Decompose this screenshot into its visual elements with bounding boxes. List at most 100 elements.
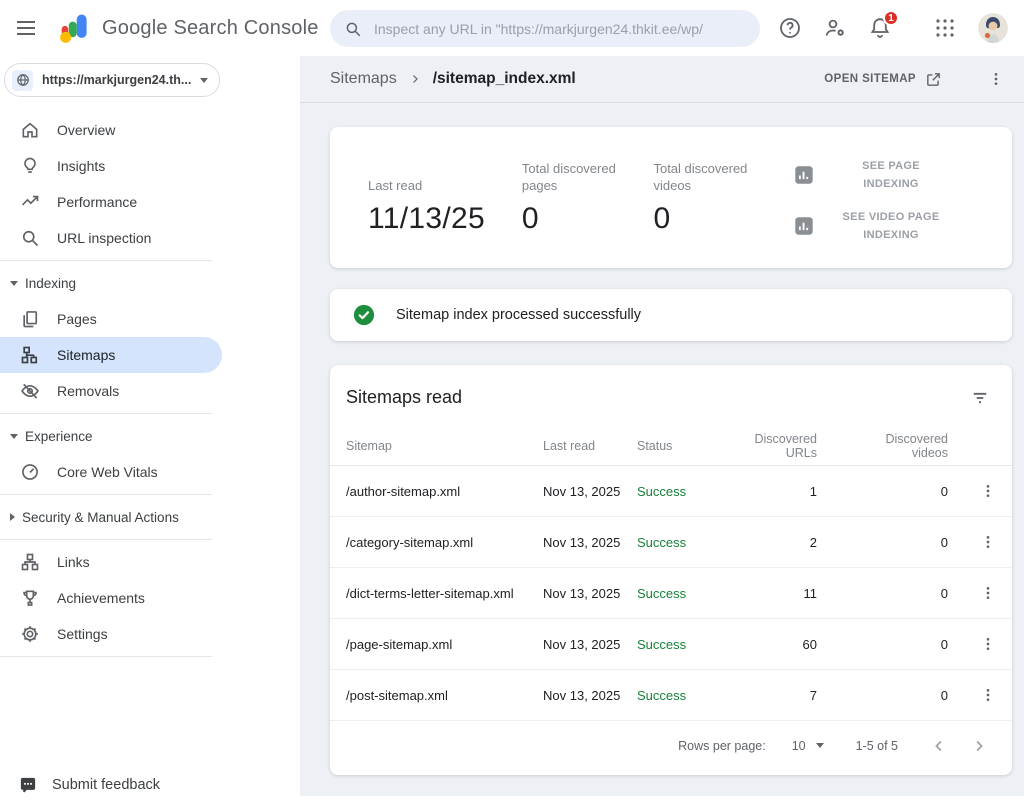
rows-per-page-value: 10: [792, 739, 806, 753]
sidebar-item-label: Insights: [57, 158, 105, 174]
chevron-down-icon: [816, 743, 824, 748]
globe-chip: [12, 70, 33, 91]
sidebar-section-indexing[interactable]: Indexing: [0, 265, 300, 301]
external-link-icon: [925, 71, 942, 88]
main-content: Sitemaps /sitemap_index.xml OPEN SITEMAP…: [300, 56, 1024, 796]
metric-discovered-pages: Total discovered pages 0: [522, 157, 626, 268]
cell-status: Success: [637, 535, 737, 550]
table-row[interactable]: /page-sitemap.xml Nov 13, 2025 Success 6…: [330, 619, 1012, 670]
pages-icon: [20, 309, 40, 329]
cell-videos: 0: [847, 484, 978, 499]
table-row[interactable]: /dict-terms-letter-sitemap.xml Nov 13, 2…: [330, 568, 1012, 619]
submit-feedback-button[interactable]: Submit feedback: [0, 769, 160, 801]
cell-last-read: Nov 13, 2025: [543, 586, 637, 601]
cell-sitemap[interactable]: /page-sitemap.xml: [346, 637, 543, 652]
col-last-read: Last read: [543, 439, 637, 453]
apps-grid-icon[interactable]: [933, 16, 957, 40]
sidebar-item-overview[interactable]: Overview: [0, 112, 300, 148]
cell-last-read: Nov 13, 2025: [543, 688, 637, 703]
home-icon: [20, 120, 40, 140]
hamburger-menu-icon[interactable]: [14, 16, 38, 40]
globe-icon: [16, 73, 30, 87]
open-sitemap-label: OPEN SITEMAP: [824, 73, 916, 85]
sidebar-item-label: Performance: [57, 194, 137, 210]
metric-discovered-videos: Total discovered videos 0: [653, 157, 765, 268]
sidebar-section-security-manual-actions[interactable]: Security & Manual Actions: [0, 499, 300, 535]
kebab-menu-icon[interactable]: [980, 483, 996, 499]
cell-sitemap[interactable]: /post-sitemap.xml: [346, 688, 543, 703]
notification-badge: 1: [883, 10, 899, 26]
sidebar-item-label: URL inspection: [57, 230, 151, 246]
sidebar: https://markjurgen24.th... Overview Insi…: [0, 56, 300, 796]
previous-page-icon[interactable]: [930, 737, 948, 755]
sidebar-item-achievements[interactable]: Achievements: [0, 580, 300, 616]
chevron-right-icon: [409, 73, 421, 85]
cell-urls: 60: [737, 637, 847, 652]
search-input[interactable]: [374, 21, 746, 37]
metric-label: Total discovered videos: [653, 157, 765, 195]
kebab-menu-icon[interactable]: [988, 71, 1004, 87]
cell-sitemap[interactable]: /author-sitemap.xml: [346, 484, 543, 499]
cell-urls: 1: [737, 484, 847, 499]
feedback-label: Submit feedback: [52, 777, 160, 793]
cell-sitemap[interactable]: /dict-terms-letter-sitemap.xml: [346, 586, 543, 601]
cell-videos: 0: [847, 535, 978, 550]
property-selector[interactable]: https://markjurgen24.th...: [4, 63, 220, 97]
divider: [0, 656, 212, 657]
sidebar-item-links[interactable]: Links: [0, 544, 300, 580]
cell-status: Success: [637, 484, 737, 499]
table-pagination: Rows per page: 10 1-5 of 5: [330, 721, 1012, 770]
property-value: https://markjurgen24.th...: [42, 73, 191, 87]
divider: [0, 539, 212, 540]
top-header: Google Search Console 1: [0, 0, 1024, 56]
see-video-page-indexing-link[interactable]: SEE VIDEO PAGE INDEXING: [793, 208, 944, 244]
bar-chart-icon: [793, 215, 815, 237]
sidebar-item-url-inspection[interactable]: URL inspection: [0, 220, 300, 256]
summary-card: Last read 11/13/25 Total discovered page…: [330, 127, 1012, 268]
status-banner: Sitemap index processed successfully: [330, 289, 1012, 341]
breadcrumb-current: /sitemap_index.xml: [433, 70, 576, 88]
filter-icon[interactable]: [970, 388, 990, 408]
sidebar-item-sitemaps[interactable]: Sitemaps: [0, 337, 222, 373]
notifications-bell[interactable]: 1: [868, 16, 892, 40]
open-sitemap-button[interactable]: OPEN SITEMAP: [824, 71, 942, 88]
section-label: Indexing: [25, 276, 76, 291]
url-inspect-search-bar[interactable]: [330, 10, 760, 47]
bar-chart-icon: [793, 164, 815, 186]
table-row[interactable]: /post-sitemap.xml Nov 13, 2025 Success 7…: [330, 670, 1012, 721]
see-page-indexing-link[interactable]: SEE PAGE INDEXING: [793, 157, 944, 193]
sitemap-icon: [20, 345, 40, 365]
kebab-menu-icon[interactable]: [980, 636, 996, 652]
table-row[interactable]: /author-sitemap.xml Nov 13, 2025 Success…: [330, 466, 1012, 517]
cell-sitemap[interactable]: /category-sitemap.xml: [346, 535, 543, 550]
sidebar-section-experience[interactable]: Experience: [0, 418, 300, 454]
next-page-icon[interactable]: [970, 737, 988, 755]
page-topbar: Sitemaps /sitemap_index.xml OPEN SITEMAP: [300, 56, 1024, 103]
sidebar-item-core-web-vitals[interactable]: Core Web Vitals: [0, 454, 300, 490]
metric-value: 0: [522, 202, 626, 236]
col-discovered-videos: Discovered videos: [847, 432, 978, 460]
cell-videos: 0: [847, 637, 978, 652]
feedback-icon: [19, 776, 37, 794]
kebab-menu-icon[interactable]: [980, 687, 996, 703]
links-tree-icon: [20, 552, 40, 572]
sidebar-item-removals[interactable]: Removals: [0, 373, 300, 409]
sidebar-item-performance[interactable]: Performance: [0, 184, 300, 220]
sidebar-item-settings[interactable]: Settings: [0, 616, 300, 652]
metric-label: Last read: [368, 157, 480, 195]
cell-urls: 7: [737, 688, 847, 703]
search-icon: [20, 228, 40, 248]
sidebar-item-pages[interactable]: Pages: [0, 301, 300, 337]
col-discovered-urls: Discovered URLs: [737, 432, 847, 460]
sidebar-item-insights[interactable]: Insights: [0, 148, 300, 184]
app-title: Google Search Console: [102, 17, 319, 40]
cell-status: Success: [637, 586, 737, 601]
user-settings-icon[interactable]: [823, 16, 847, 40]
table-row[interactable]: /category-sitemap.xml Nov 13, 2025 Succe…: [330, 517, 1012, 568]
rows-per-page-select[interactable]: 10: [792, 739, 824, 753]
kebab-menu-icon[interactable]: [980, 534, 996, 550]
avatar[interactable]: [978, 13, 1008, 43]
help-icon[interactable]: [778, 16, 802, 40]
kebab-menu-icon[interactable]: [980, 585, 996, 601]
breadcrumb-sitemaps[interactable]: Sitemaps: [330, 70, 397, 88]
